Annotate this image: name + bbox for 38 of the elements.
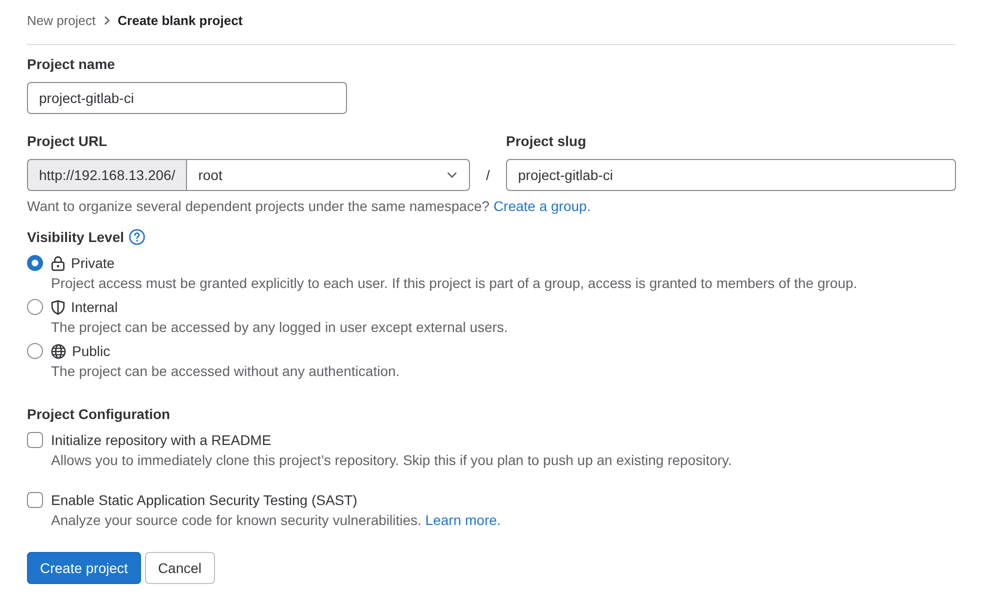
url-prefix: http://192.168.13.206/ (27, 159, 186, 191)
field-label: Project URL (27, 132, 108, 151)
field-label: Project name (27, 55, 115, 74)
radio-button[interactable] (27, 343, 43, 359)
field-label: Project slug (506, 132, 586, 151)
checkbox-label[interactable]: Enable Static Application Security Testing (SAST) (51, 490, 358, 510)
checkbox[interactable] (27, 432, 43, 448)
help-icon[interactable] (129, 229, 146, 245)
option-description: Allows you to immediately clone this project’s repository. Skip this if you plan to push up an existing repository. (51, 451, 732, 470)
namespace-help-text: Want to organize several dependent projects under the same namespace? Create a group. (27, 197, 592, 216)
project-slug-input[interactable]: project-gitlab-ci (506, 159, 956, 191)
option-description: The project can be accessed by any logged in user except external users. (51, 318, 508, 337)
checkbox[interactable] (27, 492, 43, 508)
chevron-right-icon (104, 16, 110, 25)
namespace-select[interactable]: root (186, 159, 470, 191)
radio-label[interactable]: Internal (71, 297, 118, 317)
globe-icon (51, 344, 66, 358)
create-project-button[interactable]: Create project (27, 552, 141, 584)
radio-button[interactable] (27, 255, 43, 271)
chevron-down-icon (447, 172, 457, 178)
option-description: The project can be accessed without any authentication. (51, 362, 400, 381)
cancel-button[interactable]: Cancel (144, 552, 215, 584)
radio-label[interactable]: Private (71, 253, 115, 273)
project-name-input[interactable]: project-gitlab-ci (27, 82, 347, 114)
breadcrumb-current[interactable]: Create blank project (118, 12, 243, 28)
checkbox-label[interactable]: Initialize repository with a README (51, 430, 272, 450)
shield-icon (51, 300, 65, 314)
radio-button[interactable] (27, 299, 43, 315)
lock-icon (51, 256, 65, 270)
radio-label[interactable]: Public (72, 341, 110, 361)
create-group-link[interactable]: Create a group. (493, 198, 591, 214)
option-description: Analyze your source code for known security vulnerabilities. Learn more. (51, 511, 501, 530)
section-label: Visibility Level (27, 228, 124, 247)
learn-more-link[interactable]: Learn more. (425, 512, 501, 528)
section-label: Project Configuration (27, 405, 170, 424)
breadcrumb-link[interactable]: New project (27, 12, 96, 28)
path-separator: / (485, 166, 491, 185)
option-description: Project access must be granted explicitly to each user. If this project is part of a group, access is granted to members of the group. (51, 274, 858, 293)
